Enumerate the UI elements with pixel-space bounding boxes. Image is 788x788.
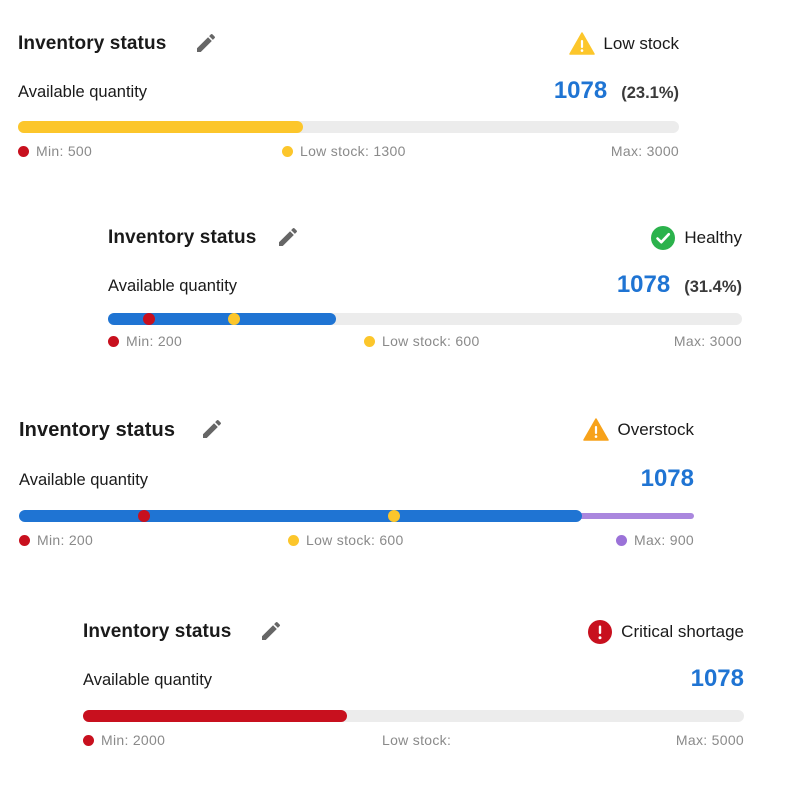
quantity-percent: (31.4%) [684, 278, 742, 296]
legend-max: Max: 900 [616, 532, 694, 548]
legend-min-dot [108, 335, 119, 347]
inventory-card-critical: Inventory status Critical shortage Avail… [83, 615, 744, 755]
warning-yellow-icon [569, 31, 596, 57]
legend-max-dot [616, 534, 627, 546]
quantity-readout: 1078 (31.4%) [617, 271, 742, 299]
legend-max: Max: 3000 [611, 143, 679, 159]
status-label: Healthy [684, 228, 742, 247]
error-circle-icon [587, 619, 613, 645]
legend-min: Min: 200 [108, 333, 182, 349]
legend-max-label: Max: 3000 [610, 143, 679, 159]
status-label: Low stock [603, 34, 679, 53]
inventory-card-healthy: Inventory status Healthy Available quant… [108, 222, 742, 362]
legend-min-label: Min: 2000 [101, 732, 166, 748]
quantity-value: 1078 [690, 665, 744, 692]
quantity-value: 1078 [553, 77, 608, 104]
legend-min-dot [83, 734, 94, 746]
legend-low-dot [282, 145, 293, 157]
inventory-card-low-stock: Inventory status Low stock Available qua… [18, 28, 679, 168]
legend-low-label: Low stock: [382, 732, 452, 748]
status-badge: Critical shortage [587, 619, 744, 645]
stock-bar [18, 121, 679, 133]
min-threshold-marker [137, 510, 150, 522]
legend-max-label: Max: 5000 [675, 732, 744, 748]
stock-bar [19, 510, 694, 522]
legend-min: Min: 2000 [83, 732, 165, 748]
quantity-readout: 1078 (23.1%) [554, 77, 679, 105]
status-badge: Low stock [569, 31, 679, 57]
stock-bar-fill [18, 121, 303, 133]
legend-max: Max: 3000 [674, 333, 742, 349]
legend-low-label: Low stock: 600 [306, 532, 404, 548]
legend-min-dot [19, 534, 30, 546]
status-badge: Overstock [583, 417, 694, 443]
legend-low: Low stock: 600 [288, 532, 404, 548]
quantity-percent: (23.1%) [621, 84, 679, 102]
legend-min-dot [18, 145, 29, 157]
quantity-value: 1078 [640, 465, 694, 492]
status-badge: Healthy [650, 225, 742, 251]
stock-bar [108, 313, 742, 325]
legend-low-label: Low stock: 1300 [300, 143, 406, 159]
legend-max-label: Max: 900 [634, 532, 694, 548]
stock-bar [83, 710, 744, 722]
warning-orange-icon [583, 417, 610, 443]
legend-min: Min: 200 [19, 532, 93, 548]
low-stock-threshold-marker [388, 510, 401, 522]
quantity-readout: 1078 [641, 465, 694, 493]
edit-icon[interactable] [194, 31, 218, 55]
legend-low: Low stock: 1300 [282, 143, 406, 159]
card-title: Inventory status [108, 227, 257, 248]
low-stock-threshold-marker [228, 313, 241, 325]
legend-min: Min: 500 [18, 143, 92, 159]
legend-min-label: Min: 200 [126, 333, 183, 349]
status-label: Overstock [617, 420, 694, 439]
stock-bar-fill [83, 710, 347, 722]
status-label: Critical shortage [621, 622, 744, 641]
check-circle-icon [650, 225, 676, 251]
available-quantity-label: Available quantity [18, 83, 148, 101]
quantity-readout: 1078 [691, 665, 744, 693]
edit-icon[interactable] [259, 619, 283, 643]
legend-min-label: Min: 500 [36, 143, 93, 159]
available-quantity-label: Available quantity [83, 671, 213, 689]
available-quantity-label: Available quantity [19, 471, 149, 489]
legend-low: Low stock: [382, 732, 451, 748]
legend-max: Max: 5000 [676, 732, 744, 748]
edit-icon[interactable] [200, 417, 224, 441]
legend-min-label: Min: 200 [37, 532, 94, 548]
inventory-card-overstock: Inventory status Overstock Available qua… [19, 414, 694, 554]
legend-low-label: Low stock: 600 [382, 333, 480, 349]
edit-icon[interactable] [276, 225, 300, 249]
legend-max-label: Max: 3000 [673, 333, 742, 349]
legend-low-dot [288, 534, 299, 546]
legend-low-dot [364, 335, 375, 347]
available-quantity-label: Available quantity [108, 277, 238, 295]
legend-low: Low stock: 600 [364, 333, 480, 349]
stock-bar-fill [19, 510, 582, 522]
quantity-value: 1078 [616, 271, 671, 298]
stock-bar-fill [108, 313, 336, 325]
min-threshold-marker [143, 313, 156, 325]
